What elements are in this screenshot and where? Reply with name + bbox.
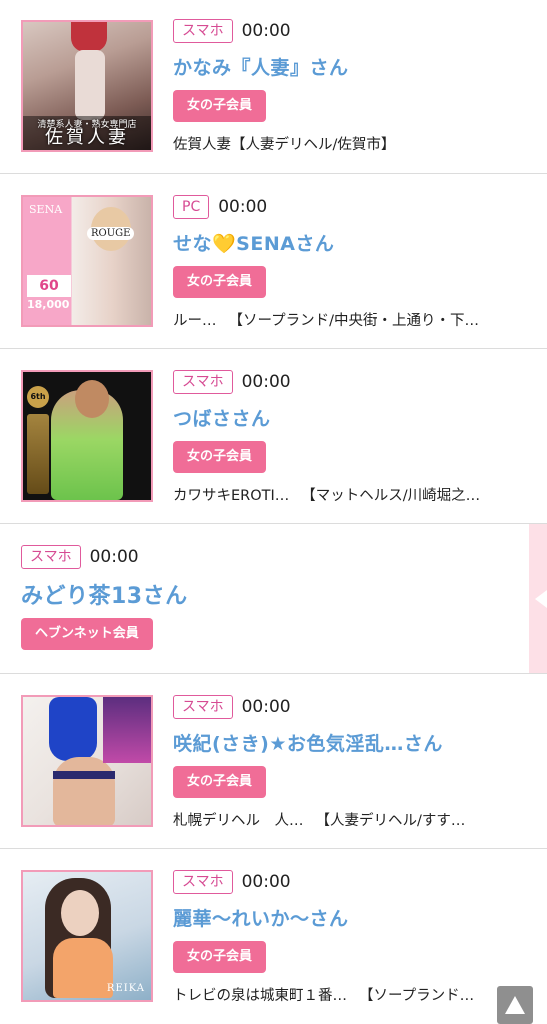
- list-item[interactable]: 6th スマホ 00:00 つばささん 女の子会員 カワサキEROTI… 【マット…: [0, 349, 547, 524]
- arrow-up-icon: [505, 996, 525, 1014]
- shop-name: トレビの泉は城東町１番…: [173, 988, 347, 1004]
- thumb-caption-large: ROUGE: [87, 227, 135, 240]
- thumb-caption-large: REIKA: [106, 983, 145, 994]
- profile-photo[interactable]: 6th: [21, 370, 153, 502]
- post-time: 00:00: [241, 372, 291, 392]
- member-badge: 女の子会員: [173, 90, 267, 122]
- shop-category: 【人妻デリヘル/すす…: [315, 813, 466, 829]
- list-item[interactable]: スマホ 00:00 咲紀(さき)★お色気淫乱…さん 女の子会員 札幌デリヘル 人…: [0, 674, 547, 849]
- shop-info[interactable]: カワサキEROTI… 【マットヘルス/川崎堀之…: [173, 484, 531, 505]
- profile-photo[interactable]: [21, 695, 153, 827]
- device-badge: スマホ: [173, 370, 233, 394]
- thumb-caption-large: 佐賀人妻: [45, 127, 129, 148]
- girl-name-link[interactable]: せな💛SENAさん: [173, 229, 531, 256]
- shop-category: 【ソープランド/中央街・上通り・下…: [228, 313, 480, 329]
- member-badge: ヘブンネット会員: [21, 618, 153, 650]
- shop-info[interactable]: 札幌デリヘル 人… 【人妻デリヘル/すす…: [173, 809, 531, 830]
- shop-info[interactable]: 佐賀人妻【人妻デリヘル/佐賀市】: [173, 133, 531, 154]
- device-badge: PC: [173, 195, 210, 219]
- member-badge: 女の子会員: [173, 941, 267, 973]
- shop-category: 【マットヘルス/川崎堀之…: [301, 488, 481, 504]
- thumb-rank-badge: 6th: [27, 386, 49, 408]
- post-time: 00:00: [241, 21, 291, 41]
- shop-info[interactable]: ルー… 【ソープランド/中央街・上通り・下…: [173, 309, 531, 330]
- girl-name-link[interactable]: 麗華～れいか～さん: [173, 904, 531, 931]
- girl-name-link[interactable]: みどり茶13さん: [21, 578, 507, 610]
- post-time: 00:00: [241, 697, 291, 717]
- device-badge: スマホ: [173, 695, 233, 719]
- thumb-price: 18,000: [27, 298, 70, 311]
- shop-name: 札幌デリヘル 人…: [173, 813, 304, 829]
- profile-photo[interactable]: SENA ROUGE 60 18,000: [21, 195, 153, 327]
- device-badge: スマホ: [21, 545, 81, 569]
- side-drawer-tab[interactable]: [529, 524, 547, 673]
- shop-info[interactable]: トレビの泉は城東町１番… 【ソープランド…: [173, 984, 531, 1005]
- post-time: 00:00: [218, 197, 268, 217]
- list-item[interactable]: SENA ROUGE 60 18,000 PC 00:00 せな💛SENAさん …: [0, 174, 547, 349]
- girl-name-link[interactable]: かなみ『人妻』さん: [173, 53, 531, 80]
- girl-name-link[interactable]: 咲紀(さき)★お色気淫乱…さん: [173, 729, 531, 756]
- thumb-caption-small: SENA: [29, 203, 63, 216]
- member-badge: 女の子会員: [173, 266, 267, 298]
- profile-photo[interactable]: REIKA: [21, 870, 153, 1002]
- list-item[interactable]: REIKA スマホ 00:00 麗華～れいか～さん 女の子会員 トレビの泉は城東…: [0, 849, 547, 1024]
- device-badge: スマホ: [173, 19, 233, 43]
- profile-photo[interactable]: 清楚系人妻・熟女専門店 佐賀人妻: [21, 20, 153, 152]
- shop-name: カワサキEROTI…: [173, 488, 290, 504]
- scroll-to-top-button[interactable]: [497, 986, 533, 1024]
- post-time: 00:00: [89, 547, 139, 567]
- list-item[interactable]: スマホ 00:00 みどり茶13さん ヘブンネット会員: [0, 524, 547, 674]
- chevron-left-icon: [535, 589, 547, 608]
- shop-name: ルー…: [173, 313, 217, 329]
- member-badge: 女の子会員: [173, 766, 267, 798]
- list-item[interactable]: 清楚系人妻・熟女専門店 佐賀人妻 スマホ 00:00 かなみ『人妻』さん 女の子…: [0, 0, 547, 174]
- member-badge: 女の子会員: [173, 441, 267, 473]
- post-time: 00:00: [241, 872, 291, 892]
- shop-name: 佐賀人妻【人妻デリヘル/佐賀市】: [173, 137, 396, 153]
- device-badge: スマホ: [173, 870, 233, 894]
- shop-category: 【ソープランド…: [359, 988, 475, 1004]
- girl-name-link[interactable]: つばささん: [173, 404, 531, 431]
- thumb-price-minutes: 60: [27, 275, 71, 297]
